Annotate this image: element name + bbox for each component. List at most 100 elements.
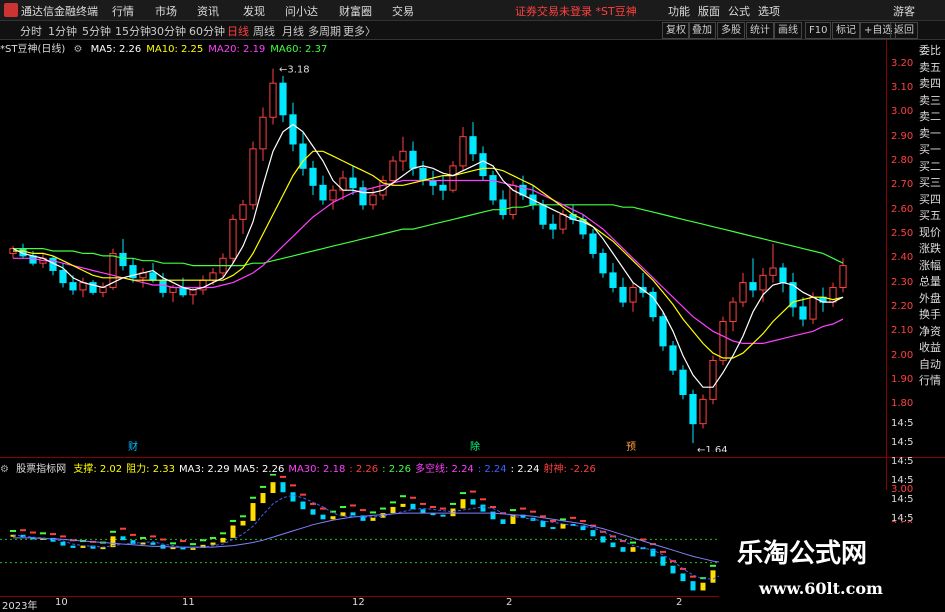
kline-chart[interactable]: ←3.18 ←1.64 财 除 预 (0, 52, 886, 452)
candle[interactable] (729, 301, 737, 323)
tool-button[interactable]: 返回 (890, 22, 918, 39)
candle[interactable] (369, 194, 377, 206)
tool-button[interactable]: 标记 (832, 22, 860, 39)
side-panel-item[interactable]: 收益 (919, 341, 941, 354)
period-tab[interactable]: 15分钟 (115, 23, 151, 39)
candle[interactable] (159, 279, 167, 293)
right-menu-item[interactable]: 功能 (668, 3, 690, 19)
candle[interactable] (759, 274, 767, 291)
candle[interactable] (779, 267, 787, 284)
candle[interactable] (489, 175, 497, 201)
candle[interactable] (559, 214, 567, 230)
side-panel-item[interactable]: 换手 (919, 308, 941, 321)
candle[interactable] (119, 252, 127, 267)
side-panel-item[interactable]: 涨跌 (919, 242, 941, 255)
candle[interactable] (749, 282, 757, 291)
side-panel-item[interactable]: 现价 (919, 226, 941, 239)
candle[interactable] (539, 204, 547, 225)
period-tab[interactable]: 月线 (282, 23, 304, 39)
side-panel-item[interactable]: 卖五 (919, 61, 941, 74)
period-tab[interactable]: 更多〉 (343, 23, 376, 39)
event-marker[interactable]: 财 (128, 440, 138, 452)
candle[interactable] (799, 306, 807, 320)
menu-item[interactable]: 市场 (155, 3, 177, 19)
side-panel-item[interactable]: 买五 (919, 209, 941, 222)
right-menu-item[interactable]: 公式 (728, 3, 750, 19)
candle[interactable] (709, 359, 717, 400)
menu-item[interactable]: 问小达 (285, 3, 318, 19)
candle[interactable] (329, 189, 337, 201)
menu-item[interactable]: 行情 (112, 3, 134, 19)
candle[interactable] (669, 345, 677, 371)
side-panel-item[interactable]: 买二 (919, 160, 941, 173)
candle[interactable] (259, 116, 267, 150)
menu-item[interactable]: 发现 (243, 3, 265, 19)
candle[interactable] (589, 233, 597, 254)
side-panel-item[interactable]: 卖一 (919, 127, 941, 140)
period-tab[interactable]: 1分钟 (48, 23, 77, 39)
login-notice[interactable]: 证券交易未登录 *ST豆神 (515, 3, 637, 19)
candle[interactable] (279, 82, 287, 116)
period-tab[interactable]: 多周期 (308, 23, 341, 39)
side-panel-item[interactable]: 买四 (919, 193, 941, 206)
candle[interactable] (719, 321, 727, 361)
period-tab[interactable]: 5分钟 (82, 23, 111, 39)
candle[interactable] (599, 252, 607, 274)
candle[interactable] (269, 82, 277, 118)
candle[interactable] (59, 269, 67, 284)
candle[interactable] (409, 150, 417, 169)
candle[interactable] (189, 289, 197, 296)
candle[interactable] (249, 148, 257, 206)
candle[interactable] (699, 398, 707, 425)
candle[interactable] (449, 165, 457, 191)
candle[interactable] (399, 150, 407, 162)
candle[interactable] (209, 272, 217, 281)
side-panel-item[interactable]: 净资 (919, 325, 941, 338)
candle[interactable] (349, 177, 357, 189)
candle[interactable] (229, 218, 237, 259)
tool-button[interactable]: F10 (805, 22, 832, 39)
side-panel-item[interactable]: 买三 (919, 176, 941, 189)
right-menu-item[interactable]: 选项 (758, 3, 780, 19)
menu-item[interactable]: 交易 (392, 3, 414, 19)
candle[interactable] (389, 160, 397, 181)
period-tab[interactable]: 30分钟 (150, 23, 186, 39)
candle[interactable] (609, 272, 617, 288)
candle[interactable] (809, 296, 817, 320)
candle[interactable] (99, 286, 107, 293)
tool-button[interactable]: 复权 (662, 22, 690, 39)
side-panel-item[interactable]: 卖三 (919, 94, 941, 107)
candle[interactable] (149, 272, 157, 281)
candle[interactable] (439, 184, 447, 191)
candle[interactable] (619, 286, 627, 303)
tool-button[interactable]: 统计 (746, 22, 774, 39)
menu-item[interactable]: 资讯 (197, 3, 219, 19)
side-panel-item[interactable]: 涨幅 (919, 259, 941, 272)
candle[interactable] (499, 199, 507, 216)
period-tab[interactable]: 日线 (227, 23, 249, 39)
side-panel-item[interactable]: 自动 (919, 358, 941, 371)
event-marker[interactable]: 除 (470, 440, 480, 452)
right-menu-item[interactable]: 游客 (893, 3, 915, 19)
candle[interactable] (169, 286, 177, 293)
candle[interactable] (309, 167, 317, 186)
menu-item[interactable]: 财富圈 (339, 3, 372, 19)
side-panel-item[interactable]: 卖二 (919, 110, 941, 123)
candle[interactable] (429, 179, 437, 186)
period-tab[interactable]: 分时 (20, 23, 42, 39)
side-panel-item[interactable]: 行情 (919, 374, 941, 387)
candle[interactable] (659, 316, 667, 347)
side-panel-item[interactable]: 委比 (919, 44, 941, 57)
side-panel-item[interactable]: 买一 (919, 143, 941, 156)
tool-button[interactable]: 叠加 (688, 22, 716, 39)
event-marker[interactable]: 预 (626, 441, 636, 452)
right-menu-item[interactable]: 版面 (698, 3, 720, 19)
candle[interactable] (629, 286, 637, 303)
period-tab[interactable]: 周线 (253, 23, 275, 39)
tool-button[interactable]: 画线 (774, 22, 802, 39)
period-tab[interactable]: 60分钟 (189, 23, 225, 39)
candle[interactable] (69, 282, 77, 291)
candle[interactable] (769, 267, 777, 276)
candle[interactable] (469, 136, 477, 155)
tool-button[interactable]: 多股 (717, 22, 745, 39)
